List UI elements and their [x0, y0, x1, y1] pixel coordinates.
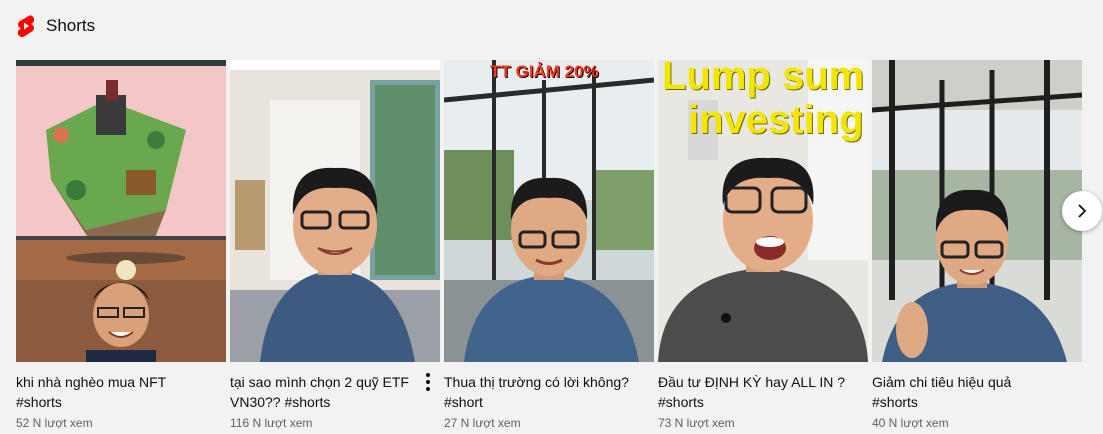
short-title[interactable]: Đầu tư ĐỊNH KỲ hay ALL IN ? #shorts — [658, 372, 848, 412]
overlay-line: Lump sum — [662, 60, 865, 98]
section-title: Shorts — [46, 16, 96, 35]
view-count: 40 N lượt xem — [872, 416, 949, 430]
short-thumbnail[interactable] — [16, 60, 226, 362]
youtube-shorts-icon — [16, 14, 36, 38]
short-thumbnail[interactable]: Lump sum investing — [658, 60, 868, 362]
short-hashtag[interactable]: VN30?? #shorts — [230, 392, 420, 412]
short-hashtag[interactable]: #shorts — [658, 392, 848, 412]
short-title[interactable]: tại sao mình chọn 2 quỹ ETF VN30?? #shor… — [230, 372, 420, 412]
shorts-header: Shorts — [16, 12, 95, 40]
short-title-line[interactable]: Thua thị trường có lời không? — [444, 372, 634, 392]
short-title[interactable]: Giảm chi tiêu hiệu quả #shorts — [872, 372, 1062, 412]
short-title-line[interactable]: tại sao mình chọn 2 quỹ ETF — [230, 372, 420, 392]
short-title[interactable]: khi nhà nghèo mua NFT #shorts — [16, 372, 206, 412]
short-title-line[interactable]: khi nhà nghèo mua NFT — [16, 372, 206, 392]
short-card[interactable]: TT GIẢM 20% Thua thị trường có lời không… — [444, 60, 654, 430]
short-hashtag[interactable]: #shorts — [872, 392, 1062, 412]
short-thumbnail[interactable]: TT GIẢM 20% — [444, 60, 654, 362]
chevron-right-icon — [1078, 204, 1087, 218]
view-count: 116 N lượt xem — [230, 416, 313, 430]
short-title[interactable]: Thua thị trường có lời không? #short — [444, 372, 634, 412]
next-button[interactable] — [1062, 191, 1102, 231]
view-count: 52 N lượt xem — [16, 416, 93, 430]
short-card[interactable]: Giảm chi tiêu hiệu quả #shorts 40 N lượt… — [872, 60, 1082, 430]
short-hashtag[interactable]: #shorts — [16, 392, 206, 412]
overlay-line: investing — [688, 98, 864, 142]
short-card[interactable]: Lump sum investing Đầu tư ĐỊNH KỲ hay AL… — [658, 60, 868, 430]
view-count: 27 N lượt xem — [444, 416, 521, 430]
short-thumbnail[interactable] — [230, 60, 440, 362]
short-card[interactable]: tại sao mình chọn 2 quỹ ETF VN30?? #shor… — [230, 60, 440, 430]
more-vert-icon[interactable] — [420, 372, 436, 392]
short-hashtag[interactable]: #short — [444, 392, 634, 412]
short-title-line[interactable]: Giảm chi tiêu hiệu quả — [872, 372, 1062, 392]
short-title-line[interactable]: Đầu tư ĐỊNH KỲ hay ALL IN ? — [658, 372, 848, 392]
thumbnail-overlay-text: TT GIẢM 20% — [490, 62, 599, 81]
thumbnail-overlay-text: Lump sum investing — [662, 60, 864, 142]
short-card[interactable]: khi nhà nghèo mua NFT #shorts 52 N lượt … — [16, 60, 226, 430]
view-count: 73 N lượt xem — [658, 416, 735, 430]
short-thumbnail[interactable] — [872, 60, 1082, 362]
